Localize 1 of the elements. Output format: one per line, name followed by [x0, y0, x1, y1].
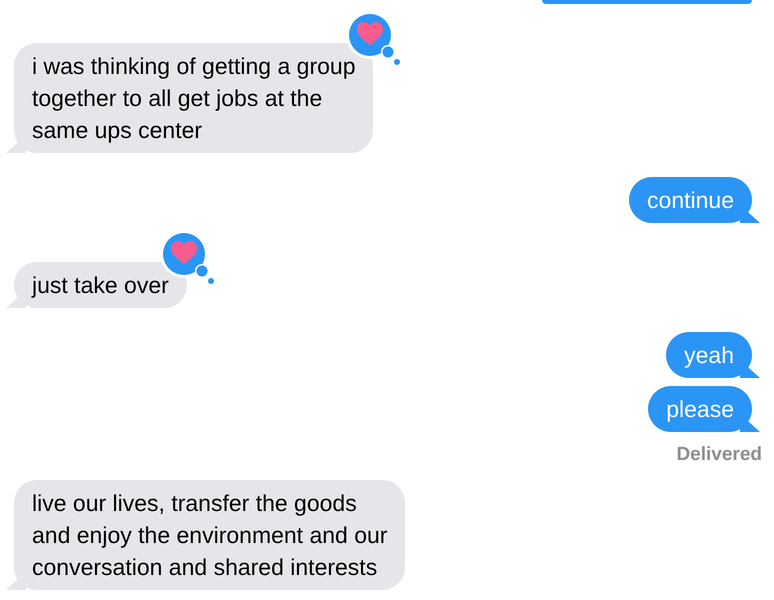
delivery-status: Delivered [676, 444, 762, 466]
